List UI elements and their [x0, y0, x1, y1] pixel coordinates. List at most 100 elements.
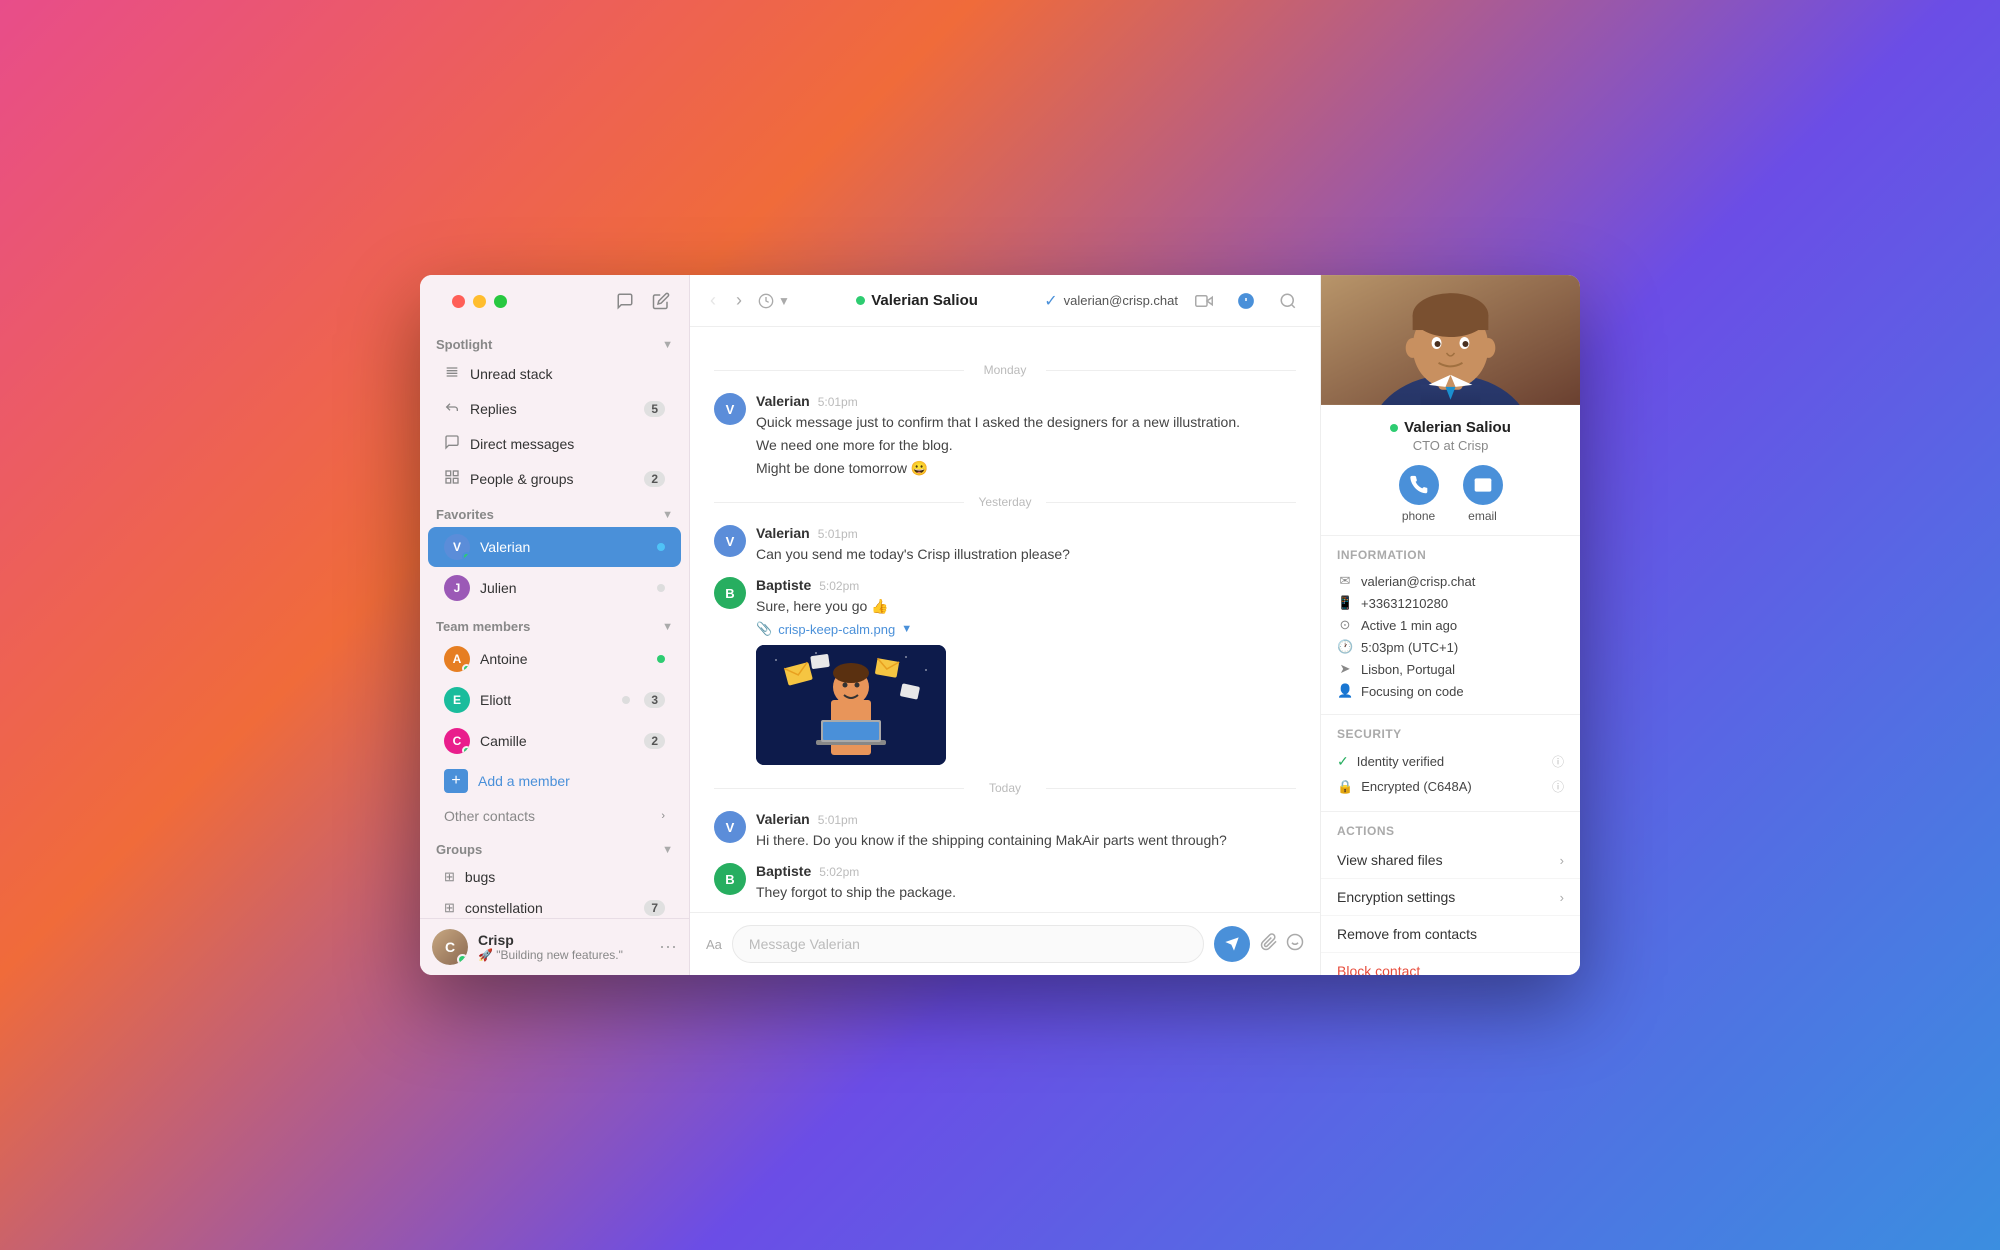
info-location: Lisbon, Portugal [1361, 662, 1455, 677]
history-chevron-icon: ▼ [778, 294, 790, 308]
bugs-label: bugs [465, 869, 665, 885]
replies-badge: 5 [644, 401, 665, 417]
message-group: V Valerian 5:01pm Hi there. Do you know … [714, 811, 1296, 851]
message-input[interactable]: Message Valerian [732, 925, 1204, 963]
unread-stack-label: Unread stack [470, 366, 665, 382]
monday-divider: Monday [714, 363, 1296, 377]
sidebar-item-camille[interactable]: C Camille 2 [428, 721, 681, 761]
antoine-avatar: A [444, 646, 470, 672]
traffic-light-green[interactable] [494, 295, 507, 308]
contact-profile-name: Valerian Saliou [1390, 419, 1511, 436]
info-time: 5:03pm (UTC+1) [1361, 640, 1458, 655]
sidebar-item-eliott[interactable]: E Eliott 3 [428, 680, 681, 720]
sidebar-item-antoine[interactable]: A Antoine [428, 639, 681, 679]
info-status-row: 👤 Focusing on code [1337, 680, 1564, 702]
team-members-chevron: ▼ [662, 621, 673, 633]
compose-icon[interactable] [613, 289, 637, 313]
input-placeholder: Message Valerian [749, 936, 860, 952]
msg-sender: Baptiste [756, 863, 811, 879]
back-button[interactable]: ‹ [706, 286, 720, 315]
sidebar-item-direct-messages[interactable]: Direct messages [428, 427, 681, 461]
camille-online-indicator [462, 746, 470, 754]
msg-time: 5:01pm [818, 813, 858, 827]
sidebar-item-other-contacts[interactable]: Other contacts › [428, 801, 681, 831]
sidebar-item-valerian[interactable]: V Valerian [428, 527, 681, 567]
msg-text: They forgot to ship the package. [756, 882, 1296, 903]
today-divider: Today [714, 781, 1296, 795]
search-button[interactable] [1272, 285, 1304, 317]
info-active: Active 1 min ago [1361, 618, 1457, 633]
file-attachment[interactable]: 📎 crisp-keep-calm.png ▼ [756, 621, 1296, 637]
sidebar-item-julien[interactable]: J Julien [428, 568, 681, 608]
contact-email-text: valerian@crisp.chat [1064, 293, 1178, 308]
sidebar-item-add-member[interactable]: + Add a member [428, 762, 681, 800]
sidebar-item-constellation[interactable]: ⊞ constellation 7 [428, 893, 681, 918]
remove-from-contacts-button[interactable]: Remove from contacts [1321, 916, 1580, 953]
valerian-avatar: V [444, 534, 470, 560]
security-encrypted-info-button[interactable]: ⓘ [1552, 778, 1564, 795]
people-groups-label: People & groups [470, 471, 634, 487]
message-group: V Valerian 5:01pm Can you send me today'… [714, 525, 1296, 565]
favorites-section-header: Favorites ▼ [420, 497, 689, 526]
camille-label: Camille [480, 733, 634, 749]
msg-text: Hi there. Do you know if the shipping co… [756, 830, 1296, 851]
traffic-light-red[interactable] [452, 295, 465, 308]
messages-container[interactable]: Monday V Valerian 5:01pm Quick message j… [690, 327, 1320, 912]
sidebar-header [420, 275, 689, 327]
info-button[interactable] [1230, 285, 1262, 317]
info-active-row: ⊙ Active 1 min ago [1337, 614, 1564, 636]
msg-sender: Valerian [756, 811, 810, 827]
chat-area: ‹ › ▼ Valerian Saliou ✓ valerian@crisp.c… [690, 275, 1320, 975]
sidebar-item-people-groups[interactable]: People & groups 2 [428, 462, 681, 496]
send-button[interactable] [1214, 926, 1250, 962]
emoji-button[interactable] [1286, 933, 1304, 956]
attachment-button[interactable] [1260, 933, 1278, 956]
edit-icon[interactable] [649, 289, 673, 313]
security-verified-row: ✓ Identity verified ⓘ [1337, 749, 1564, 774]
constellation-label: constellation [465, 900, 634, 916]
phone-action-icon [1399, 465, 1439, 505]
msg-text: Quick message just to confirm that I ask… [756, 412, 1296, 433]
msg-text: Might be done tomorrow 😀 [756, 458, 1296, 479]
sidebar-item-unread-stack[interactable]: Unread stack [428, 357, 681, 391]
add-member-icon: + [444, 769, 468, 793]
encryption-settings-button[interactable]: Encryption settings › [1321, 879, 1580, 916]
eliott-badge: 3 [644, 692, 665, 708]
forward-button[interactable]: › [732, 286, 746, 315]
chat-header-actions: ✓ valerian@crisp.chat [1044, 285, 1304, 317]
information-title: Information [1337, 548, 1564, 562]
view-shared-files-button[interactable]: View shared files › [1321, 842, 1580, 879]
valerian-online-indicator [462, 552, 470, 560]
contact-online-indicator [856, 296, 865, 305]
image-bg [756, 645, 946, 765]
sidebar-item-bugs[interactable]: ⊞ bugs [428, 862, 681, 892]
video-call-button[interactable] [1188, 285, 1220, 317]
profile-photo [1321, 275, 1580, 405]
info-phone: +33631210280 [1361, 596, 1448, 611]
status-info-icon: 👤 [1337, 683, 1353, 699]
eliott-status-dot [622, 696, 630, 704]
eliott-avatar: E [444, 687, 470, 713]
footer-user-name: Crisp [478, 932, 649, 948]
valerian-msg-avatar: V [714, 393, 746, 425]
email-action[interactable]: email [1463, 465, 1503, 523]
history-button[interactable]: ▼ [758, 293, 790, 309]
spotlight-chevron: ▼ [662, 339, 673, 351]
profile-info: Valerian Saliou CTO at Crisp phone email [1321, 405, 1580, 536]
phone-action[interactable]: phone [1399, 465, 1439, 523]
file-name: crisp-keep-calm.png [778, 622, 895, 637]
footer-menu-icon[interactable]: ⋯ [659, 937, 677, 958]
email-label: email [1468, 509, 1497, 523]
block-contact-button[interactable]: Block contact [1321, 953, 1580, 975]
app-window: Spotlight ▼ Unread stack Replies 5 [420, 275, 1580, 975]
font-size-button[interactable]: Aa [706, 937, 722, 952]
input-actions [1260, 933, 1304, 956]
sidebar-content: Spotlight ▼ Unread stack Replies 5 [420, 327, 689, 918]
security-section: Security ✓ Identity verified ⓘ 🔒 Encrypt… [1321, 715, 1580, 812]
traffic-light-yellow[interactable] [473, 295, 486, 308]
block-contact-label: Block contact [1337, 963, 1420, 975]
security-verified-info-button[interactable]: ⓘ [1552, 753, 1564, 770]
sidebar-item-replies[interactable]: Replies 5 [428, 392, 681, 426]
sidebar-footer[interactable]: C Crisp 🚀 "Building new features." ⋯ [420, 918, 689, 975]
phone-label: phone [1402, 509, 1435, 523]
